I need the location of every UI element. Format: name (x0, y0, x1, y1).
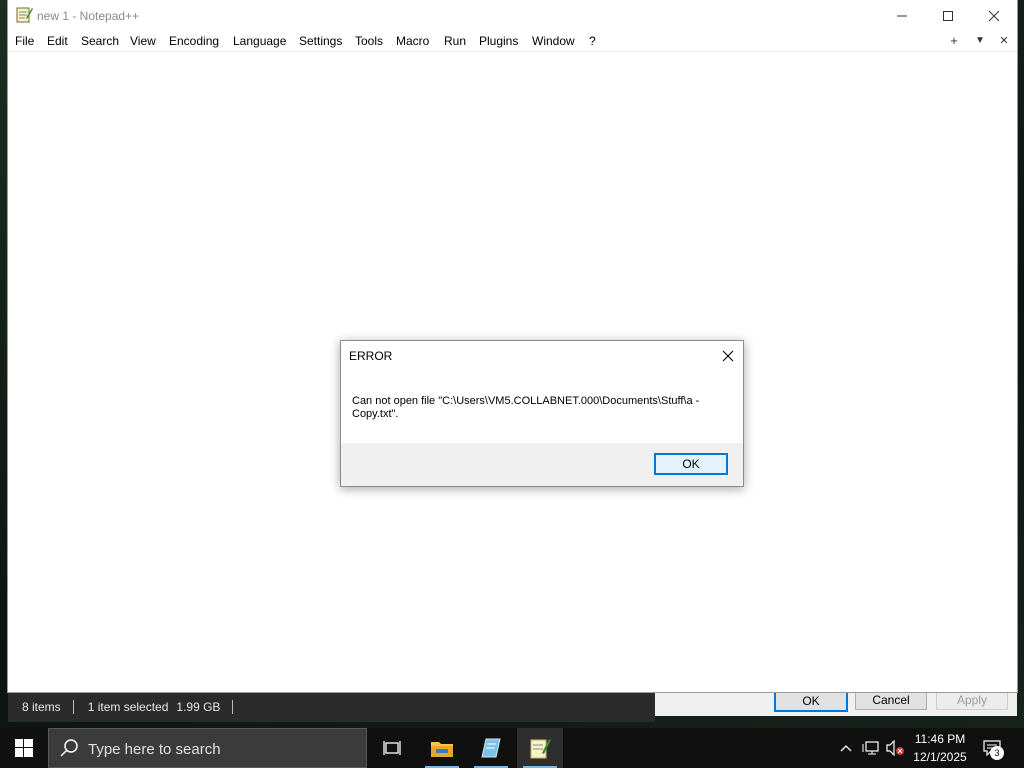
dialog-ok-button[interactable]: OK (654, 453, 728, 475)
network-tray-button[interactable] (860, 728, 882, 768)
search-placeholder: Type here to search (88, 741, 221, 758)
close-icon (722, 350, 734, 362)
notepadpp-app-icon (16, 7, 33, 23)
dialog-title: ERROR (349, 349, 393, 363)
menu-run[interactable]: Run (444, 34, 466, 48)
item-count: 8 items (22, 700, 61, 714)
task-view-button[interactable] (369, 728, 415, 768)
error-dialog: ERROR Can not open file "C:\Users\VM5.CO… (340, 340, 744, 487)
menu-file[interactable]: File (15, 34, 34, 48)
close-icon (988, 10, 1000, 21)
clock-date: 12/1/2025 (913, 750, 967, 764)
new-tab-button[interactable]: + (946, 32, 962, 48)
dialog-message-line: Can not open file "C:\Users\VM5.COLLABNE… (352, 395, 700, 407)
status-separator (72, 700, 74, 714)
menu-bar: File Edit Search View Encoding Language … (8, 31, 1017, 52)
menu-help[interactable]: ? (589, 34, 596, 48)
show-hidden-icons-button[interactable] (836, 728, 856, 768)
properties-cancel-button[interactable]: Cancel (855, 690, 927, 710)
status-separator (232, 700, 234, 714)
notepadpp-app-icon (530, 739, 551, 759)
properties-apply-button: Apply (936, 690, 1008, 710)
notification-count-badge: 3 (990, 746, 1004, 760)
taskbar-clock[interactable]: 11:46 PM 12/1/2025 (908, 730, 972, 766)
menu-settings[interactable]: Settings (299, 34, 342, 48)
maximize-button[interactable] (925, 0, 971, 31)
app-taskbar-button[interactable] (468, 728, 514, 768)
taskbar: Type here to search 11:46 PM 12/1/2025 (0, 728, 1024, 768)
tab-list-button[interactable]: ▼ (972, 32, 988, 48)
search-icon (60, 739, 78, 757)
menu-language[interactable]: Language (233, 34, 286, 48)
clock-time: 11:46 PM (914, 732, 966, 746)
dialog-footer: OK (341, 443, 743, 486)
taskbar-search-box[interactable]: Type here to search (48, 728, 367, 768)
dialog-close-button[interactable] (717, 345, 739, 367)
menu-tools[interactable]: Tools (355, 34, 383, 48)
selection-count: 1 item selected (87, 700, 169, 714)
menu-window[interactable]: Window (532, 34, 575, 48)
windows-logo-icon (15, 739, 33, 757)
close-tab-button[interactable]: ✕ (996, 32, 1012, 48)
close-button[interactable] (971, 0, 1017, 31)
minimize-button[interactable] (879, 0, 925, 31)
title-bar[interactable]: new 1 - Notepad++ (8, 0, 1017, 31)
maximize-icon (943, 10, 953, 21)
selection-size: 1.99 GB (176, 700, 221, 714)
menu-edit[interactable]: Edit (47, 34, 68, 48)
folder-icon (431, 742, 453, 757)
dialog-message-line: Copy.txt". (352, 408, 399, 420)
file-explorer-taskbar-button[interactable] (419, 728, 465, 768)
notepad-app-icon (481, 738, 501, 758)
minimize-icon (897, 15, 907, 16)
chevron-up-icon (840, 745, 852, 752)
menu-view[interactable]: View (130, 34, 156, 48)
volume-tray-button[interactable] (884, 728, 906, 768)
notepadpp-taskbar-button[interactable] (517, 728, 563, 768)
network-icon (862, 741, 879, 755)
task-view-icon (383, 741, 401, 755)
start-button[interactable] (0, 728, 48, 768)
volume-muted-icon (886, 740, 904, 756)
menu-search[interactable]: Search (81, 34, 119, 48)
menu-macro[interactable]: Macro (396, 34, 429, 48)
dialog-message: Can not open file "C:\Users\VM5.COLLABNE… (352, 395, 727, 421)
menu-plugins[interactable]: Plugins (479, 34, 518, 48)
explorer-status-bar: 8 items 1 item selected 1.99 GB (8, 692, 655, 722)
window-title: new 1 - Notepad++ (37, 9, 140, 23)
properties-ok-button[interactable]: OK (774, 690, 848, 712)
menu-encoding[interactable]: Encoding (169, 34, 219, 48)
